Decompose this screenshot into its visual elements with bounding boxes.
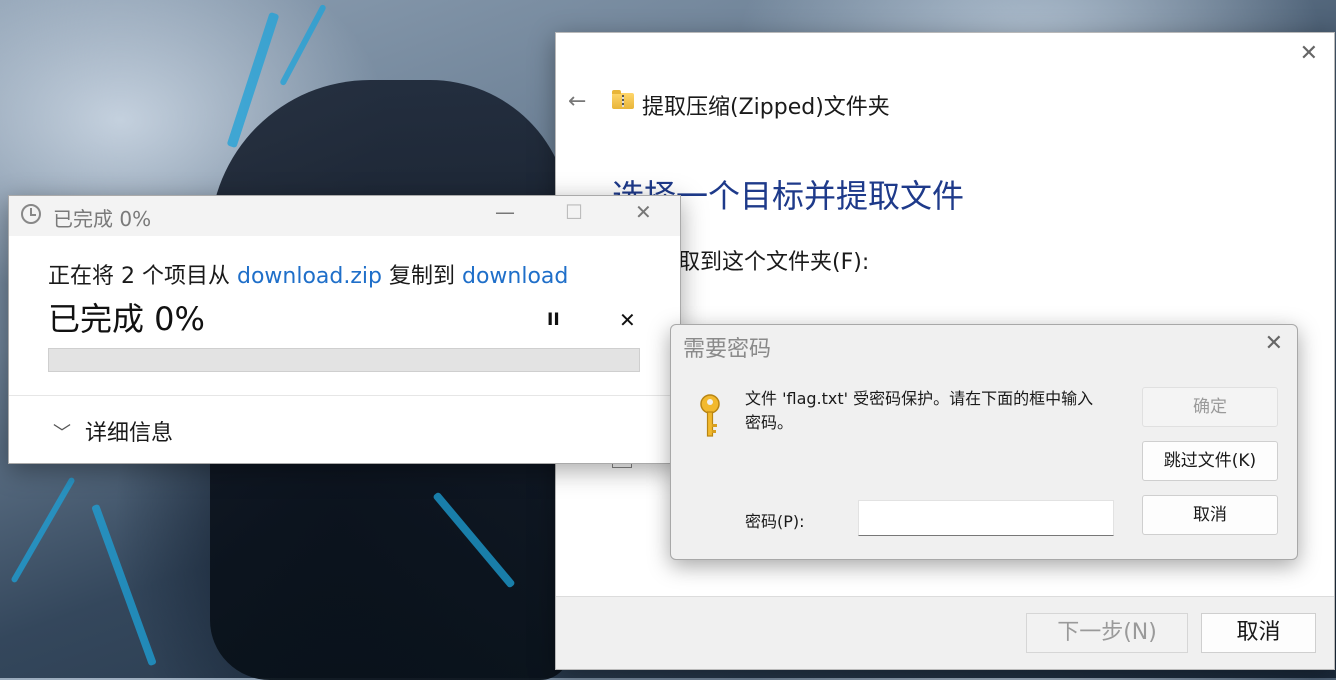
password-message: 文件 'flag.txt' 受密码保护。请在下面的框中输入密码。 xyxy=(745,389,1094,432)
close-icon[interactable]: ✕ xyxy=(635,200,652,224)
key-icon xyxy=(700,394,720,437)
divider xyxy=(9,395,680,396)
title-bar: 已完成 0% — ☐ ✕ xyxy=(9,196,680,236)
zip-folder-icon xyxy=(612,90,634,109)
percent-complete: 已完成 0% xyxy=(48,300,205,338)
wizard-cancel-button[interactable]: 取消 xyxy=(1201,613,1316,653)
next-button[interactable]: 下一步(N) xyxy=(1026,613,1188,653)
password-label: 密码(P): xyxy=(745,512,805,531)
destination-link[interactable]: download xyxy=(462,264,568,289)
close-icon[interactable]: ✕ xyxy=(1300,41,1318,66)
stop-icon[interactable]: ✕ xyxy=(619,308,636,332)
copy-description: 正在将 2 个项目从 download.zip 复制到 download xyxy=(48,258,568,290)
wallpaper-streak xyxy=(10,476,76,584)
chevron-down-icon[interactable]: ﹀ xyxy=(53,419,71,445)
dialog-title: 需要密码 xyxy=(683,337,772,362)
pause-icon[interactable]: II xyxy=(547,310,560,330)
close-icon[interactable]: ✕ xyxy=(1265,331,1283,356)
skip-file-button[interactable]: 跳过文件(K) xyxy=(1142,441,1278,481)
copy-middle-text: 复制到 xyxy=(381,264,462,289)
password-dialog: 需要密码 ✕ 文件 'flag.txt' 受密码保护。请在下面的框中输入密码。 … xyxy=(670,324,1298,560)
clock-icon xyxy=(21,204,41,224)
back-arrow-icon[interactable]: ← xyxy=(568,89,586,114)
password-input[interactable] xyxy=(858,500,1114,536)
details-toggle[interactable]: 详细信息 xyxy=(85,415,173,447)
cancel-button[interactable]: 取消 xyxy=(1142,495,1278,535)
ok-button[interactable]: 确定 xyxy=(1142,387,1278,427)
minimize-icon[interactable]: — xyxy=(495,200,515,224)
copy-prefix-text: 正在将 2 个项目从 xyxy=(48,264,237,289)
wallpaper-streak xyxy=(279,3,327,87)
maximize-icon: ☐ xyxy=(565,200,583,224)
copy-progress-window: 已完成 0% — ☐ ✕ 正在将 2 个项目从 download.zip 复制到… xyxy=(8,195,681,464)
window-title: 已完成 0% xyxy=(53,207,152,231)
progress-bar xyxy=(48,348,640,372)
source-link[interactable]: download.zip xyxy=(237,264,382,289)
wizard-title: 提取压缩(Zipped)文件夹 xyxy=(642,95,890,120)
wallpaper-streak xyxy=(91,503,157,667)
